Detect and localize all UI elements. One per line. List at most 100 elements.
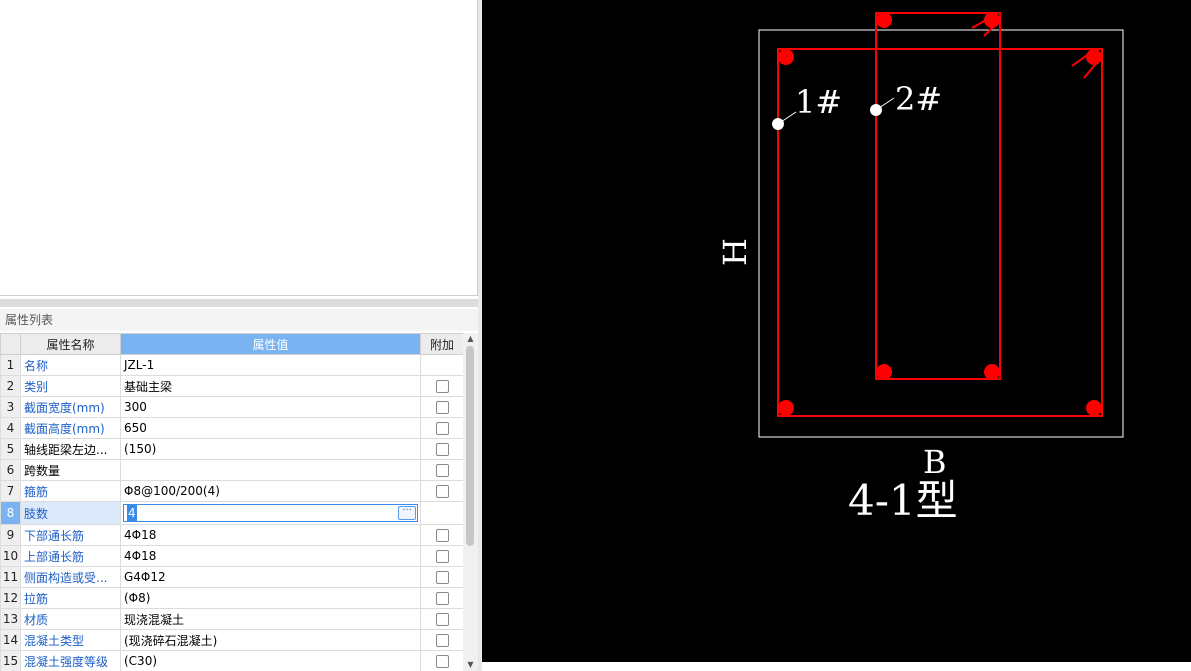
property-value-cell[interactable]: JZL-1 [120,354,421,376]
header-property-name[interactable]: 属性名称 [20,333,121,355]
extra-checkbox[interactable] [435,464,449,477]
vertical-scrollbar[interactable]: ▲ ▼ [463,333,478,671]
header-extra[interactable]: 附加 [420,333,463,355]
extra-cell [420,396,463,418]
property-name-cell[interactable]: 类别 [20,375,121,397]
property-value-editor[interactable]: 4 ··· [120,501,421,525]
extra-checkbox[interactable] [435,634,449,647]
table-row[interactable]: 15 混凝土强度等级 (C30) [0,650,463,671]
table-row[interactable]: 10 上部通长筋 4Φ18 [0,545,463,567]
row-number: 13 [0,608,21,630]
property-value-cell[interactable]: 4Φ18 [120,545,421,567]
property-name-cell[interactable]: 混凝土类型 [20,629,121,651]
row-number: 11 [0,566,21,588]
rebar-dot [984,364,1000,380]
extra-cell [420,480,463,502]
section-drawing: 1# 2# H B 4-1型 [716,12,1124,525]
property-value-cell[interactable]: 4Φ18 [120,524,421,546]
extra-checkbox[interactable] [435,529,449,542]
property-name-cell[interactable]: 上部通长筋 [20,545,121,567]
stirrup-inner [875,12,1001,380]
property-value-cell[interactable]: 300 [120,396,421,418]
leader-anchor-2[interactable] [870,104,882,116]
row-number: 6 [0,459,21,481]
extra-checkbox[interactable] [435,485,449,498]
table-row[interactable]: 5 轴线距梁左边... (150) [0,438,463,460]
extra-checkbox[interactable] [435,571,449,584]
extra-cell [420,650,463,671]
table-row[interactable]: 4 截面高度(mm) 650 [0,417,463,439]
row-number: 4 [0,417,21,439]
extra-cell [420,501,463,525]
extra-checkbox[interactable] [435,422,449,435]
row-number: 9 [0,524,21,546]
property-name-cell[interactable]: 名称 [20,354,121,376]
table-row[interactable]: 7 箍筋 Φ8@100/200(4) [0,480,463,502]
table-row[interactable]: 3 截面宽度(mm) 300 [0,396,463,418]
extra-checkbox[interactable] [435,613,449,626]
table-row[interactable]: 2 类别 基础主梁 [0,375,463,397]
property-value-cell[interactable]: (Φ8) [120,587,421,609]
property-name-cell[interactable]: 肢数 [20,501,121,525]
property-name-cell[interactable]: 跨数量 [20,459,121,481]
leader-anchor-1[interactable] [772,118,784,130]
rebar-dot [778,49,794,65]
property-value-cell[interactable]: (C30) [120,650,421,671]
property-value-cell[interactable] [120,459,421,481]
table-row[interactable]: 1 名称 JZL-1 [0,354,463,376]
rebar-dot [778,400,794,416]
property-value-cell[interactable]: Φ8@100/200(4) [120,480,421,502]
section-drawing-canvas[interactable]: 1# 2# H B 4-1型 [482,0,1191,662]
row-number: 5 [0,438,21,460]
table-row[interactable]: 13 材质 现浇混凝土 [0,608,463,630]
table-row[interactable]: 8 肢数 4 ··· [0,501,463,525]
property-value-cell[interactable]: G4Φ12 [120,566,421,588]
rebar-dot [1086,49,1102,65]
property-name-cell[interactable]: 轴线距梁左边... [20,438,121,460]
extra-cell [420,608,463,630]
property-name-cell[interactable]: 材质 [20,608,121,630]
extra-cell [420,524,463,546]
table-row[interactable]: 14 混凝土类型 (现浇碎石混凝土) [0,629,463,651]
property-value-cell[interactable]: 现浇混凝土 [120,608,421,630]
scroll-thumb[interactable] [466,346,474,546]
property-name-cell[interactable]: 截面高度(mm) [20,417,121,439]
extra-checkbox[interactable] [435,380,449,393]
preview-area [0,0,478,296]
table-row[interactable]: 6 跨数量 [0,459,463,481]
property-value-cell[interactable]: (现浇碎石混凝土) [120,629,421,651]
property-value-cell[interactable]: (150) [120,438,421,460]
extra-cell [420,629,463,651]
extra-checkbox[interactable] [435,401,449,414]
row-number: 8 [0,501,21,525]
extra-checkbox[interactable] [435,655,449,668]
property-name-cell[interactable]: 拉筋 [20,587,121,609]
triangle-up-icon[interactable]: ▲ [463,333,478,345]
extra-checkbox[interactable] [435,550,449,563]
splitter-handle[interactable] [0,299,478,307]
header-property-value[interactable]: 属性值 [120,333,421,355]
extra-cell [420,438,463,460]
table-row[interactable]: 12 拉筋 (Φ8) [0,587,463,609]
property-name-cell[interactable]: 下部通长筋 [20,524,121,546]
extra-cell [420,545,463,567]
extra-checkbox[interactable] [435,443,449,456]
value-input[interactable]: 4 ··· [123,504,418,522]
table-row[interactable]: 9 下部通长筋 4Φ18 [0,524,463,546]
property-name-cell[interactable]: 侧面构造或受... [20,566,121,588]
left-panel: 属性列表 属性名称 属性值 附加 1 名称 JZL-1 2 类别 基础主梁 3 截面宽度(mm… [0,0,478,671]
property-name-cell[interactable]: 混凝土强度等级 [20,650,121,671]
extra-checkbox[interactable] [435,592,449,605]
section-type-caption: 4-1型 [848,476,958,525]
table-row[interactable]: 11 侧面构造或受... G4Φ12 [0,566,463,588]
rebar-dot [984,12,1000,28]
extra-cell [420,587,463,609]
extra-cell [420,354,463,376]
property-value-cell[interactable]: 基础主梁 [120,375,421,397]
triangle-down-icon[interactable]: ▼ [463,659,478,671]
ellipsis-icon[interactable]: ··· [398,506,416,520]
property-name-cell[interactable]: 截面宽度(mm) [20,396,121,418]
property-value-cell[interactable]: 650 [120,417,421,439]
stirrup-label-1: 1# [795,83,842,121]
property-name-cell[interactable]: 箍筋 [20,480,121,502]
